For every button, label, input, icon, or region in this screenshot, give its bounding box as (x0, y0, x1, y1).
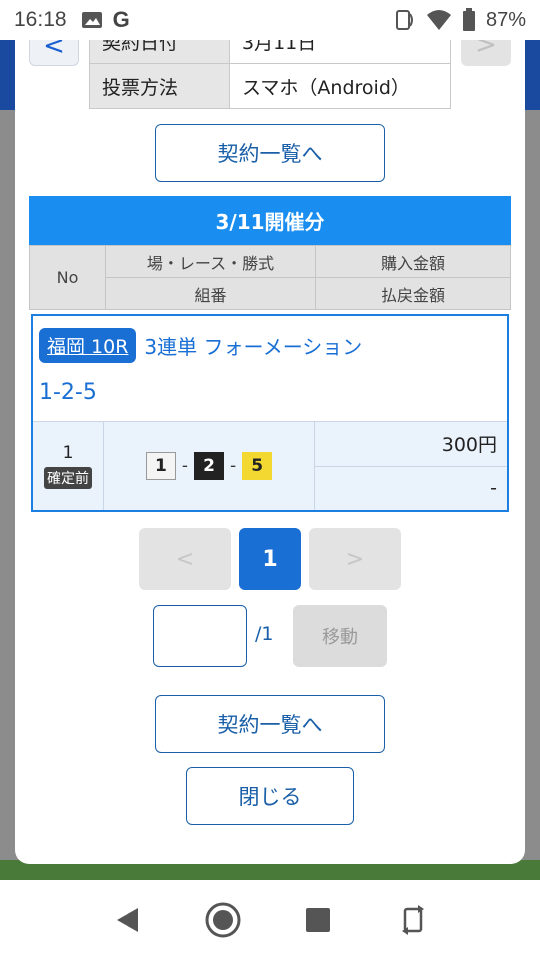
boat-number: 2 (194, 452, 224, 480)
back-icon (116, 908, 138, 932)
boat-number: 5 (242, 452, 273, 480)
google-icon: G (112, 7, 130, 32)
combo-separator: - (181, 456, 188, 476)
combination-title: 1-2-5 (39, 380, 97, 405)
header-payout-amount: 払戻金額 (315, 277, 511, 310)
pager-current-page[interactable]: 1 (239, 528, 301, 590)
home-button[interactable] (203, 900, 243, 940)
contract-info-table: 契約日付 3月11日 投票方法 スマホ（Android） (89, 40, 451, 109)
recents-icon (305, 908, 330, 932)
bet-type-label: 3連単 フォーメーション (144, 335, 363, 359)
recents-button[interactable] (298, 900, 338, 940)
payout-amount: - (490, 477, 497, 500)
ticket-card: 福岡 10R 3連単 フォーメーション 1-2-5 1 確定前 1 - 2 - … (31, 314, 509, 512)
nfc-icon (395, 10, 413, 30)
ticket-table-header: No 場・レース・勝式 購入金額 組番 払戻金額 (29, 245, 511, 310)
header-combination: 組番 (105, 277, 316, 310)
battery-percent: 87% (485, 8, 526, 31)
move-button[interactable]: 移動 (293, 605, 387, 667)
pager-next-button[interactable]: > (309, 528, 401, 590)
android-nav-bar (0, 880, 540, 960)
section-title: 3/11開催分 (29, 196, 511, 245)
rotate-button[interactable] (393, 900, 433, 940)
contract-list-button[interactable]: 契約一覧へ (155, 695, 385, 753)
next-contract-button[interactable]: > (461, 40, 511, 66)
page-number-input[interactable] (153, 605, 247, 667)
info-value: 3月11日 (229, 40, 451, 64)
combo-separator: - (230, 456, 237, 476)
prev-contract-button[interactable]: < (29, 40, 79, 66)
amount-cell: 300円 - (315, 422, 507, 510)
row-no-cell: 1 確定前 (33, 422, 104, 510)
info-key: 投票方法 (89, 63, 230, 109)
status-time: 16:18 (14, 8, 67, 31)
background-strip (0, 40, 16, 110)
header-venue-race-type: 場・レース・勝式 (105, 245, 316, 278)
pager-prev-button[interactable]: < (139, 528, 231, 590)
combination-cell: 1 - 2 - 5 (104, 422, 315, 510)
purchase-amount: 300円 (315, 422, 507, 467)
table-row: 1 確定前 1 - 2 - 5 300円 - (33, 421, 507, 510)
image-icon (81, 12, 102, 28)
close-button[interactable]: 閉じる (186, 767, 354, 825)
background-strip (524, 40, 540, 110)
contract-detail-modal: < > 契約日付 3月11日 投票方法 スマホ（Android） 契約一覧へ 3… (15, 40, 525, 864)
boat-number: 1 (145, 452, 176, 480)
home-icon (205, 902, 240, 938)
wifi-icon (426, 10, 451, 30)
contract-list-button[interactable]: 契約一覧へ (155, 124, 385, 182)
venue-race-link[interactable]: 福岡 10R (39, 328, 137, 363)
status-bar: 16:18 G 87% (0, 0, 540, 40)
info-value: スマホ（Android） (229, 63, 451, 109)
header-purchase-amount: 購入金額 (315, 245, 511, 278)
battery-icon (462, 8, 475, 31)
header-no: No (29, 245, 106, 310)
status-badge: 確定前 (44, 467, 92, 489)
back-button[interactable] (108, 900, 148, 940)
rotate-icon (401, 905, 424, 935)
page-total: /1 (255, 623, 274, 645)
row-number: 1 (62, 443, 74, 463)
info-key: 契約日付 (89, 40, 230, 64)
